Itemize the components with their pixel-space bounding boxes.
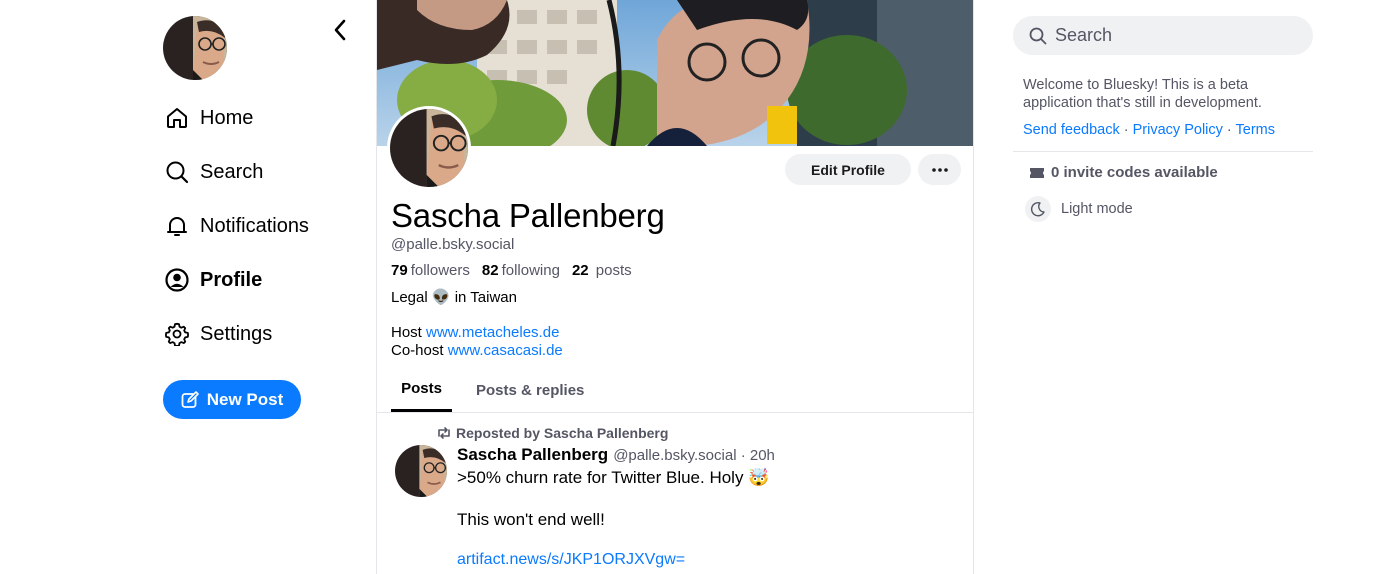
host-link[interactable]: www.metacheles.de bbox=[426, 324, 559, 341]
left-sidebar: Home Search Notifications Profile Settin… bbox=[0, 0, 376, 574]
nav-item-home[interactable]: Home bbox=[163, 100, 253, 136]
user-circle-icon bbox=[163, 266, 191, 294]
post-author-avatar[interactable] bbox=[395, 445, 447, 497]
feed-post[interactable]: Reposted by Sascha Pallenberg Sascha Pal… bbox=[377, 414, 973, 574]
nav-item-label: Settings bbox=[200, 322, 273, 345]
tab-posts-and-replies[interactable]: Posts & replies bbox=[476, 368, 584, 412]
back-button[interactable] bbox=[328, 18, 352, 42]
repost-icon bbox=[436, 426, 452, 440]
profile-handle: @palle.bsky.social bbox=[391, 236, 515, 253]
footer-links: Send feedback · Privacy Policy · Terms bbox=[1023, 122, 1275, 138]
edit-profile-button[interactable]: Edit Profile bbox=[785, 154, 911, 185]
send-feedback-link[interactable]: Send feedback bbox=[1023, 122, 1120, 138]
nav-item-label: Home bbox=[200, 106, 254, 129]
search-placeholder: Search bbox=[1055, 25, 1113, 45]
nav-item-label: Profile bbox=[200, 268, 263, 291]
nav-item-profile[interactable]: Profile bbox=[163, 262, 262, 298]
nav-item-label: Search bbox=[200, 160, 264, 183]
profile-bio-links: Host www.metacheles.de Co-host www.casac… bbox=[391, 324, 563, 360]
welcome-text: Welcome to Bluesky! This is a beta appli… bbox=[1023, 77, 1262, 111]
ticket-icon bbox=[1029, 167, 1045, 179]
cohost-prefix: Co-host bbox=[391, 342, 448, 359]
profile-column: Edit Profile Sascha Pallenberg @palle.bs… bbox=[376, 0, 974, 574]
link-separator: · bbox=[1222, 122, 1236, 138]
new-post-label: New Post bbox=[206, 389, 284, 409]
invite-codes-button[interactable]: 0 invite codes available bbox=[1029, 164, 1218, 181]
link-separator: · bbox=[1119, 122, 1133, 138]
following-stat[interactable]: 82 following bbox=[482, 262, 560, 279]
post-text-line: This won't end well! bbox=[457, 510, 605, 529]
search-icon bbox=[163, 158, 191, 186]
repost-indicator[interactable]: Reposted by Sascha Pallenberg bbox=[436, 425, 668, 441]
ellipsis-icon bbox=[931, 167, 948, 172]
bell-icon bbox=[163, 212, 191, 240]
cohost-link[interactable]: www.casacasi.de bbox=[448, 342, 563, 359]
followers-stat[interactable]: 79 followers bbox=[391, 262, 470, 279]
home-icon bbox=[163, 104, 191, 132]
post-author-name[interactable]: Sascha Pallenberg bbox=[457, 445, 608, 465]
posts-label: posts bbox=[595, 262, 632, 279]
following-label: following bbox=[501, 262, 560, 279]
following-count: 82 bbox=[481, 262, 499, 279]
new-post-button[interactable]: New Post bbox=[163, 380, 301, 419]
terms-link[interactable]: Terms bbox=[1236, 122, 1275, 138]
gear-icon bbox=[163, 320, 191, 348]
followers-label: followers bbox=[410, 262, 470, 279]
nav-item-settings[interactable]: Settings bbox=[163, 316, 272, 352]
banner-image bbox=[377, 0, 973, 146]
posts-stat: 22 posts bbox=[572, 262, 632, 279]
post-text-line: >50% churn rate for Twitter Blue. Holy 🤯 bbox=[457, 468, 770, 487]
nav-avatar[interactable] bbox=[163, 16, 227, 80]
profile-avatar[interactable] bbox=[387, 106, 471, 190]
divider bbox=[1013, 151, 1313, 152]
posts-count: 22 bbox=[571, 262, 589, 279]
post-header: Sascha Pallenberg @palle.bsky.social · 2… bbox=[457, 445, 775, 465]
search-input[interactable]: Search bbox=[1013, 16, 1313, 55]
compose-icon bbox=[181, 390, 199, 408]
profile-display-name: Sascha Pallenberg bbox=[391, 197, 665, 234]
light-mode-label: Light mode bbox=[1061, 201, 1133, 217]
profile-banner[interactable] bbox=[377, 0, 973, 146]
privacy-policy-link[interactable]: Privacy Policy bbox=[1133, 122, 1223, 138]
moon-icon bbox=[1025, 196, 1051, 222]
nav-item-notifications[interactable]: Notifications bbox=[163, 208, 309, 244]
tab-posts[interactable]: Posts bbox=[391, 368, 452, 412]
right-sidebar: Search Welcome to Bluesky! This is a bet… bbox=[1013, 0, 1313, 574]
profile-tabs: Posts Posts & replies bbox=[377, 368, 973, 413]
profile-stats: 79 followers 82 following 22 posts bbox=[391, 262, 644, 279]
search-icon bbox=[1029, 27, 1047, 44]
post-meta: @palle.bsky.social · 20h bbox=[613, 447, 775, 464]
light-mode-toggle[interactable]: Light mode bbox=[1025, 196, 1133, 222]
more-options-button[interactable] bbox=[918, 154, 961, 185]
invite-codes-text: 0 invite codes available bbox=[1051, 164, 1218, 181]
post-link[interactable]: artifact.news/s/JKP1ORJXVgw= bbox=[457, 551, 685, 569]
chevron-left-icon bbox=[334, 19, 346, 41]
repost-text: Reposted by Sascha Pallenberg bbox=[456, 425, 669, 441]
nav-item-search[interactable]: Search bbox=[163, 154, 263, 190]
followers-count: 79 bbox=[391, 262, 408, 279]
nav-item-label: Notifications bbox=[200, 214, 309, 237]
host-prefix: Host bbox=[391, 324, 427, 341]
profile-bio-line: Legal 👽 in Taiwan bbox=[391, 289, 517, 306]
